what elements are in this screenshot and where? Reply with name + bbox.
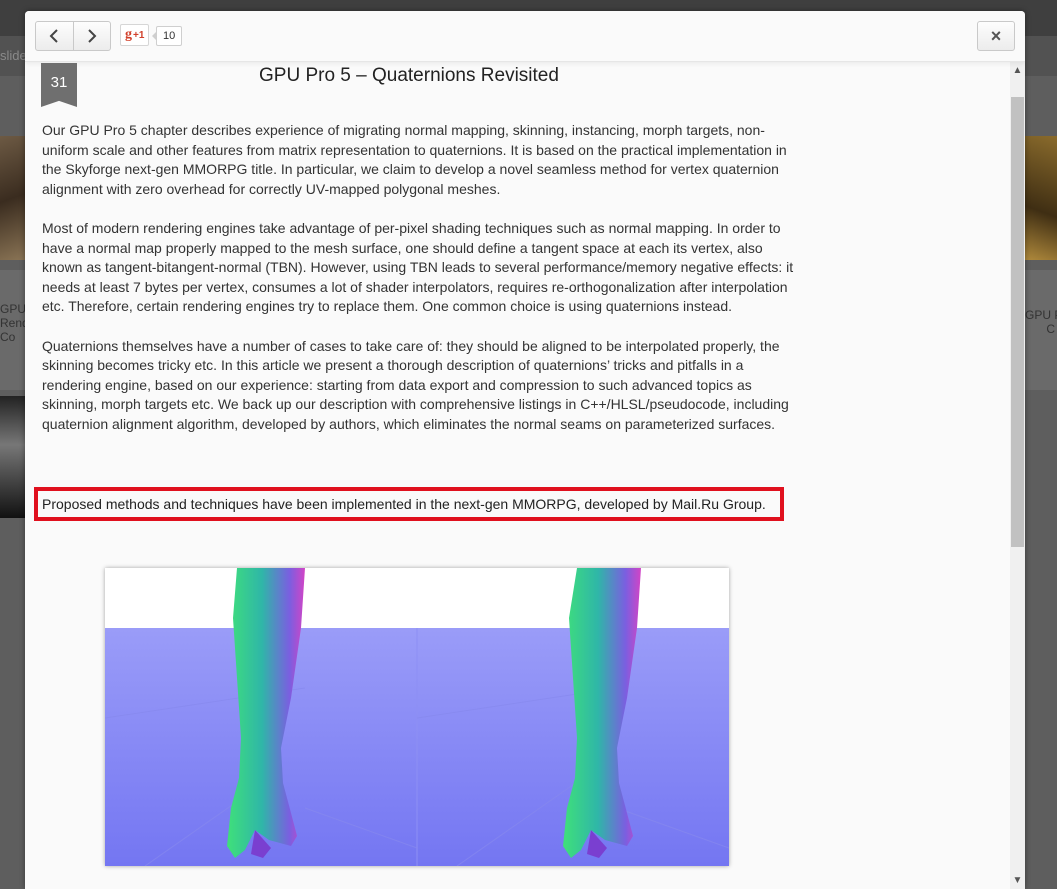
- scroll-down-arrow-icon[interactable]: ▼: [1010, 871, 1025, 889]
- paragraph-3: Quaternions themselves have a number of …: [42, 337, 789, 432]
- background-left-card-text: GPU Rende Co: [0, 302, 26, 344]
- normal-map-comparison-image: [105, 568, 729, 866]
- background-slide-text: slide: [0, 48, 27, 63]
- paragraph-1: Our GPU Pro 5 chapter describes experien…: [42, 122, 787, 197]
- previous-slide-button[interactable]: [36, 22, 73, 50]
- google-plus-one-button[interactable]: g +1: [120, 24, 150, 46]
- slide-viewer-modal: g +1 10 × 31 GPU Pro 5 – Quaternions Revi…: [25, 11, 1025, 889]
- slide-number: 31: [50, 74, 68, 91]
- highlighted-text: Proposed methods and techniques have bee…: [42, 496, 766, 512]
- modal-header: g +1 10 ×: [25, 11, 1025, 62]
- background-right-thumbnail: [1025, 136, 1057, 260]
- slide-content: 31 GPU Pro 5 – Quaternions Revisited Our…: [25, 11, 1010, 889]
- slide-title: GPU Pro 5 – Quaternions Revisited: [259, 65, 559, 86]
- background-right-card-text: GPU P C: [1025, 308, 1057, 336]
- chevron-right-icon: [88, 29, 97, 43]
- next-slide-button[interactable]: [72, 22, 111, 50]
- background-left-thumbnail-2: [0, 396, 26, 518]
- slide-number-badge: 31: [41, 63, 77, 107]
- background-right-card: GPU P C: [1025, 270, 1057, 390]
- paragraph-2: Most of modern rendering engines take ad…: [42, 219, 794, 315]
- scroll-up-arrow-icon[interactable]: ▲: [1010, 61, 1025, 79]
- close-icon: ×: [990, 25, 1002, 46]
- highlighted-sentence: Proposed methods and techniques have bee…: [34, 487, 784, 521]
- background-left-thumbnail: [0, 136, 26, 260]
- close-button[interactable]: ×: [977, 21, 1015, 51]
- scrollbar-thumb[interactable]: [1011, 97, 1024, 547]
- chevron-left-icon: [49, 29, 58, 43]
- google-plus-icon: g: [125, 27, 132, 42]
- background-left-card: GPU Rende Co: [0, 270, 26, 390]
- google-plus-count: 10: [151, 26, 183, 46]
- slide-description: Our GPU Pro 5 chapter describes experien…: [42, 121, 797, 454]
- plus-one-label: +1: [133, 29, 145, 41]
- slide-navigation: [35, 21, 111, 51]
- vertical-scrollbar[interactable]: ▲ ▼: [1010, 61, 1025, 889]
